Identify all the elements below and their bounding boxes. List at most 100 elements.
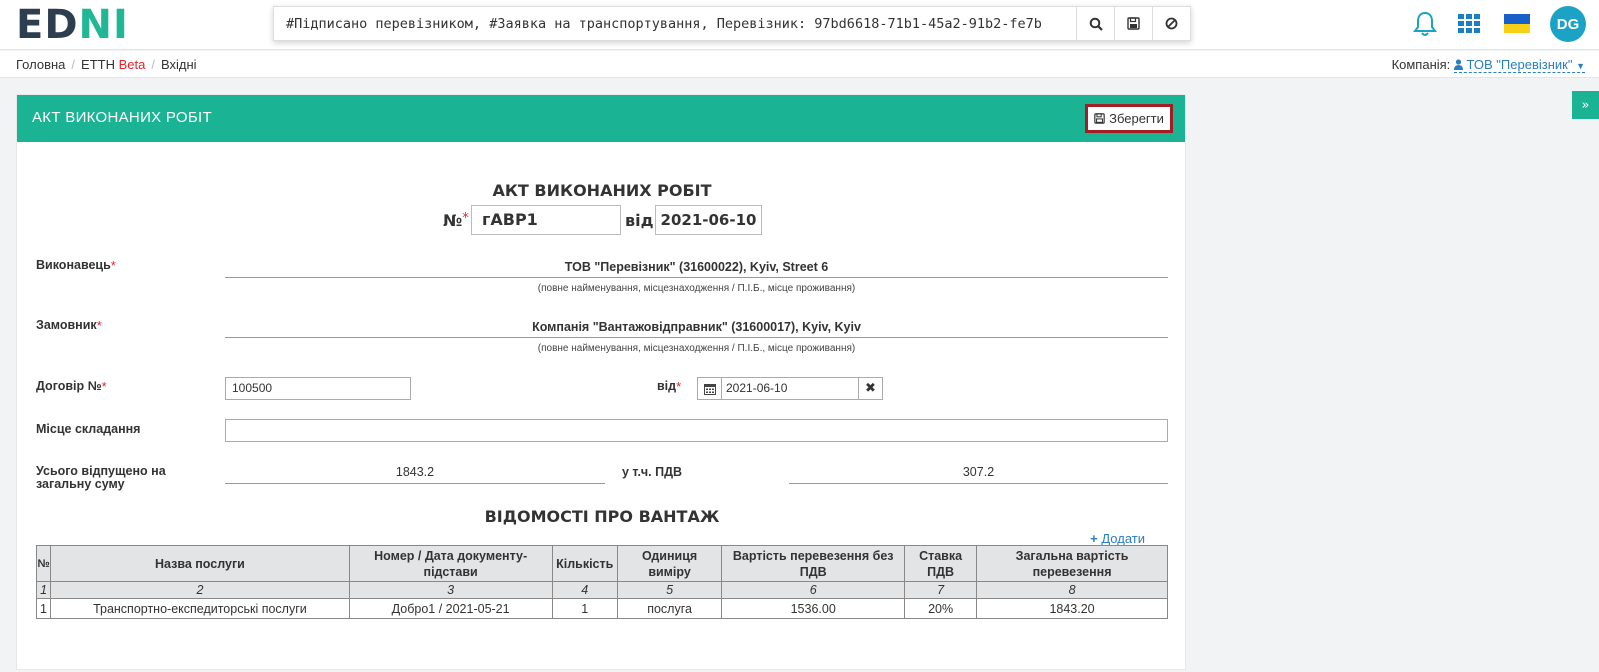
flag-blue-stripe xyxy=(1504,14,1530,24)
table-number-row: 12345678 xyxy=(35,581,1168,599)
top-navbar: EDNI DG xyxy=(0,0,1599,50)
executor-hint: (повне найменування, місцезнаходження / … xyxy=(537,283,856,294)
column-header: Вартість перевезення без ПДВ xyxy=(721,545,906,582)
vat-value[interactable]: 307.2 xyxy=(789,465,1168,484)
edin-logo[interactable]: EDNI xyxy=(16,5,129,45)
company-selector: Компанія: ТОВ "Перевізник" ▼ xyxy=(1391,57,1585,73)
save-search-button[interactable] xyxy=(1114,7,1152,40)
logo-ni-glyph: N xyxy=(78,2,114,48)
table-header-row: № Назва послуги Номер / Дата документу-під… xyxy=(35,545,1168,582)
flag-yellow-stripe xyxy=(1504,23,1530,33)
number-label-text: № xyxy=(443,211,463,230)
required-marker: * xyxy=(101,379,107,394)
contract-date-picker: 2021-06-10 ✖ xyxy=(697,377,883,400)
required-marker: * xyxy=(110,258,116,273)
contract-label: Договір №* xyxy=(36,379,107,394)
contract-date-label-text: від xyxy=(657,379,677,393)
column-header: Ставка ПДВ xyxy=(904,545,978,582)
table-cell: 1 xyxy=(551,598,618,619)
table-cell: Добро1 / 2021-05-21 xyxy=(348,598,553,619)
logo-i-glyph: I xyxy=(113,2,129,48)
breadcrumb-ettn-label: ЕТТН xyxy=(81,57,115,72)
calendar-button[interactable] xyxy=(697,377,721,400)
beta-badge: Beta xyxy=(118,57,146,72)
column-header: № xyxy=(35,545,52,582)
column-number: 2 xyxy=(50,581,350,599)
place-label: Місце складання xyxy=(36,422,141,436)
search-icon xyxy=(1089,17,1103,31)
customer-hint: (повне найменування, місцезнаходження / … xyxy=(537,343,856,354)
breadcrumb-bar: Головна / ЕТТН Beta / Вхідні Компанія: ТОВ "… xyxy=(0,51,1599,78)
breadcrumb-ettn-link[interactable]: ЕТТН Beta xyxy=(81,57,145,72)
company-dropdown[interactable]: ТОВ "Перевізник" ▼ xyxy=(1453,57,1585,73)
executor-value[interactable]: ТОВ "Перевізник" (31600022), Kyiv, Stree… xyxy=(225,260,1168,278)
breadcrumb-home-link[interactable]: Головна xyxy=(16,57,65,72)
calendar-icon xyxy=(703,383,716,395)
column-number: 8 xyxy=(976,581,1168,599)
logo-text-in: NI xyxy=(79,2,129,48)
notifications-button[interactable] xyxy=(1413,11,1437,41)
apps-menu-button[interactable] xyxy=(1458,14,1480,38)
vat-label: у т.ч. ПДВ xyxy=(622,465,683,479)
save-button[interactable]: Зберегти xyxy=(1085,104,1173,133)
contract-number-input[interactable]: 100500 xyxy=(225,377,411,400)
customer-value[interactable]: Компанія "Вантажовідправник" (31600017),… xyxy=(225,320,1168,338)
required-marker: * xyxy=(462,211,469,226)
search-button[interactable] xyxy=(1076,7,1114,40)
double-chevron-right-icon: » xyxy=(1581,97,1590,113)
contract-date-input[interactable]: 2021-06-10 xyxy=(721,377,859,400)
apps-grid-icon xyxy=(1458,14,1480,33)
column-number: 1 xyxy=(35,581,52,599)
number-label: №* xyxy=(443,211,469,230)
column-header: Назва послуги xyxy=(50,545,350,582)
document-title: АКТ ВИКОНАНИХ РОБІТ xyxy=(492,181,712,200)
clear-search-button[interactable] xyxy=(1152,7,1190,40)
executor-label-text: Виконавець xyxy=(36,258,111,272)
bell-icon xyxy=(1413,11,1437,36)
column-number: 7 xyxy=(904,581,978,599)
goods-section-title: ВІДОМОСТІ ПРО ВАНТАЖ xyxy=(484,507,720,526)
breadcrumb-separator: / xyxy=(151,57,155,72)
goods-table: № Назва послуги Номер / Дата документу-під… xyxy=(35,545,1168,619)
contract-label-text: Договір № xyxy=(36,379,102,393)
total-label: Усього відпущено на загальну суму xyxy=(36,464,166,491)
breadcrumb: Головна / ЕТТН Beta / Вхідні xyxy=(16,57,197,72)
breadcrumb-separator: / xyxy=(71,57,76,72)
floppy-icon xyxy=(1127,17,1140,30)
column-number: 4 xyxy=(551,581,618,599)
column-header: Одиниця виміру xyxy=(616,545,723,582)
column-number: 6 xyxy=(721,581,906,599)
floppy-icon xyxy=(1094,113,1105,124)
language-flag-ua-button[interactable] xyxy=(1504,14,1530,33)
add-row-label: Додати xyxy=(1101,531,1145,546)
breadcrumb-current: Вхідні xyxy=(160,57,197,72)
table-cell: послуга xyxy=(616,598,723,619)
column-header: Кількість xyxy=(551,545,618,582)
act-panel: АКТ ВИКОНАНИХ РОБІТ Зберегти АКТ ВИКОНАН… xyxy=(16,94,1186,670)
table-row[interactable]: 1 Транспортно-експедиторські послуги Добро… xyxy=(35,598,1168,619)
column-header: Номер / Дата документу-підстави xyxy=(348,545,553,582)
executor-label: Виконавець* xyxy=(36,258,116,273)
company-label: Компанія: xyxy=(1391,57,1451,72)
document-date-input[interactable]: 2021-06-10 xyxy=(655,205,762,235)
close-icon: ✖ xyxy=(865,381,876,396)
search-input[interactable] xyxy=(274,7,1076,40)
save-button-label: Зберегти xyxy=(1109,111,1164,126)
document-number-input[interactable]: гАВР1 xyxy=(471,205,621,235)
table-cell: 20% xyxy=(904,598,978,619)
place-input[interactable] xyxy=(225,419,1168,442)
user-avatar[interactable]: DG xyxy=(1550,6,1586,42)
table-cell: 1536.00 xyxy=(721,598,906,619)
customer-label: Замовник* xyxy=(36,318,102,333)
panel-header: АКТ ВИКОНАНИХ РОБІТ Зберегти xyxy=(17,95,1185,142)
add-row-button[interactable]: + Додати xyxy=(1090,531,1145,546)
table-cell: 1843.20 xyxy=(976,598,1168,619)
panel-title: АКТ ВИКОНАНИХ РОБІТ xyxy=(32,109,212,126)
total-value[interactable]: 1843.2 xyxy=(225,465,605,484)
user-icon xyxy=(1453,59,1463,70)
customer-label-text: Замовник xyxy=(36,318,97,332)
side-panel-toggle[interactable]: » xyxy=(1572,91,1599,119)
clear-date-button[interactable]: ✖ xyxy=(859,377,883,400)
date-label: від xyxy=(625,211,654,230)
logo-text-ed: ED xyxy=(16,2,79,48)
